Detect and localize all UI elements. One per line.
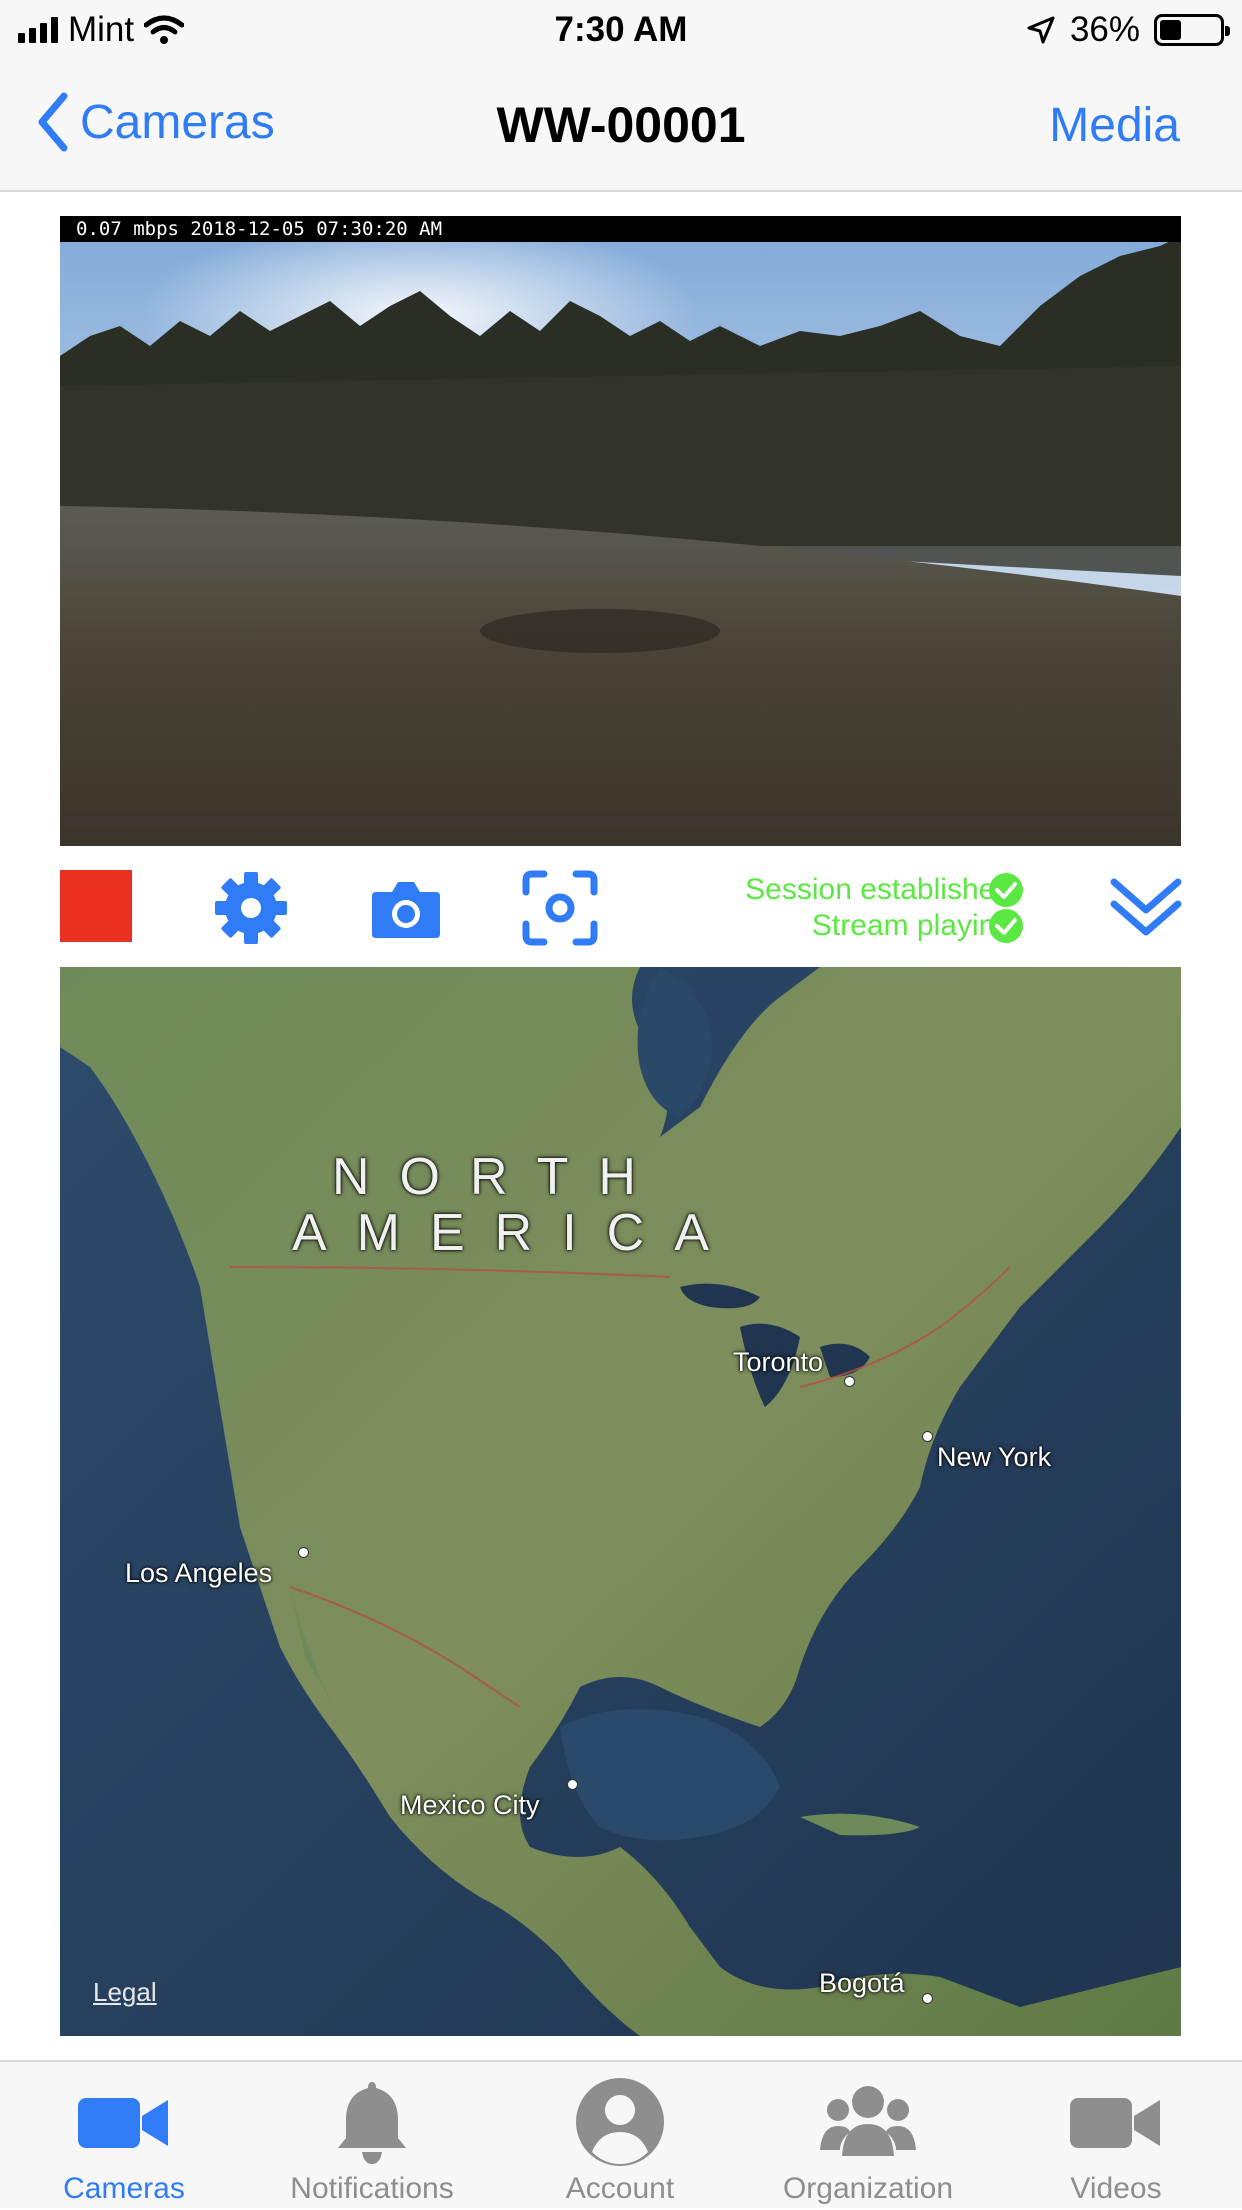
stream-status: Session established Stream playing xyxy=(745,872,1012,944)
continent-label-line2: AMERICA xyxy=(292,1204,739,1262)
tab-label: Notifications xyxy=(290,2172,454,2205)
legal-link[interactable]: Legal xyxy=(93,1977,157,2008)
users-icon xyxy=(820,2086,916,2156)
session-status-text: Session established xyxy=(745,873,1012,906)
status-bar: Mint 7:30 AM 36% xyxy=(0,0,1242,62)
gear-icon[interactable] xyxy=(213,870,289,946)
city-label-bogota: Bogotá xyxy=(819,1968,905,1998)
city-marker-toronto xyxy=(844,1376,855,1387)
tab-videos[interactable]: Videos xyxy=(992,2062,1240,2210)
tab-cameras[interactable]: Cameras xyxy=(0,2062,248,2210)
city-label-mexico-city: Mexico City xyxy=(400,1790,540,1820)
camera-scene-image xyxy=(60,216,1181,846)
tab-organization[interactable]: Organization xyxy=(744,2062,992,2210)
navigation-bar: Cameras WW-00001 Media xyxy=(0,62,1242,192)
focus-icon[interactable] xyxy=(522,870,598,946)
tab-label: Organization xyxy=(782,2172,954,2205)
video-camera-icon xyxy=(78,2098,168,2148)
check-circle-icon xyxy=(989,873,1023,907)
camera-video-stream[interactable]: 0.07 mbps 2018-12-05 07:30:20 AM xyxy=(60,216,1181,846)
city-label-los-angeles: Los Angeles xyxy=(125,1558,273,1588)
city-marker-los-angeles xyxy=(298,1547,309,1558)
tab-label: Videos xyxy=(1070,2172,1162,2205)
stream-controls: Session established Stream playing xyxy=(0,862,1242,952)
stream-status-text: Stream playing xyxy=(811,909,1012,942)
battery-icon xyxy=(1154,14,1230,46)
stop-button[interactable] xyxy=(60,870,132,942)
chevron-double-down-icon[interactable] xyxy=(1110,872,1182,944)
city-marker-bogota xyxy=(922,1993,933,2004)
city-label-new-york: New York xyxy=(937,1442,1052,1472)
satellite-map-image xyxy=(60,967,1181,2036)
user-circle-icon xyxy=(576,2078,664,2166)
city-marker-mexico-city xyxy=(567,1779,578,1790)
media-button[interactable]: Media xyxy=(1049,98,1180,153)
camera-icon[interactable] xyxy=(368,870,444,946)
video-camera-icon xyxy=(1070,2098,1160,2148)
tab-notifications[interactable]: Notifications xyxy=(248,2062,496,2210)
city-marker-new-york xyxy=(922,1431,933,1442)
tab-label: Account xyxy=(565,2172,675,2205)
tab-label: Cameras xyxy=(63,2172,185,2205)
city-label-toronto: Toronto xyxy=(733,1347,824,1377)
check-circle-icon xyxy=(989,909,1023,943)
status-right: 36% xyxy=(1026,10,1230,50)
continent-label-line1: NORTH xyxy=(332,1148,666,1206)
battery-fill xyxy=(1160,20,1181,40)
tab-bar: Cameras Notifications Account Organizati… xyxy=(0,2060,1242,2208)
bell-icon xyxy=(338,2082,406,2164)
map-view[interactable]: NORTH AMERICA Toronto New York Los Angel… xyxy=(60,967,1181,2036)
battery-percent: 36% xyxy=(1069,10,1140,49)
location-arrow-icon xyxy=(1027,16,1055,44)
video-overlay-text: 0.07 mbps 2018-12-05 07:30:20 AM xyxy=(60,216,1181,242)
tab-account[interactable]: Account xyxy=(496,2062,744,2210)
